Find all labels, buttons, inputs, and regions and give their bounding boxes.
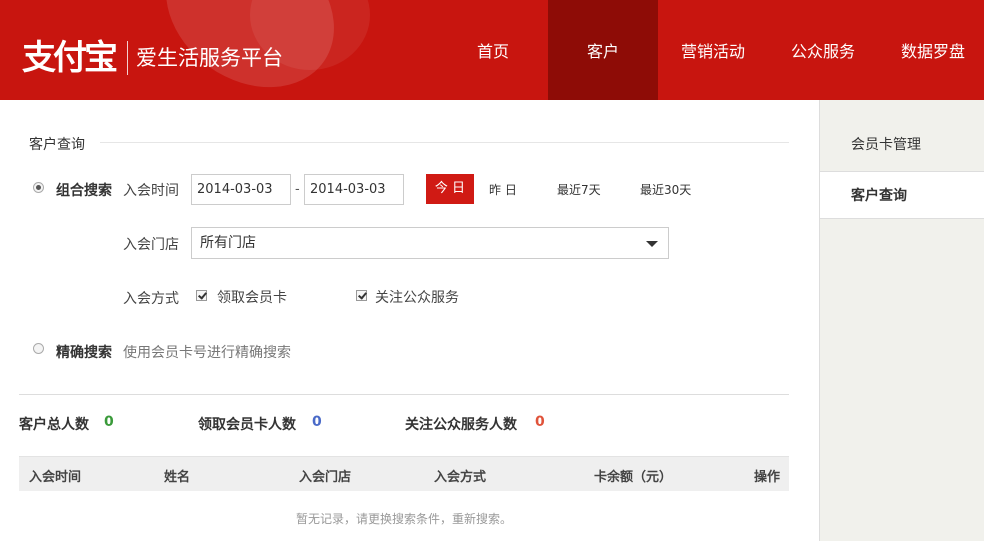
section-title-line (100, 142, 789, 143)
right-sidebar: 会员卡管理 客户查询 (819, 100, 984, 541)
combined-search-radio[interactable] (33, 182, 44, 193)
last-7-days-button[interactable]: 最近7天 (557, 181, 601, 198)
col-store[interactable]: 入会门店 (299, 466, 351, 485)
method-public-service-label: 关注公众服务 (375, 290, 459, 306)
join-method-label: 入会方式 (123, 291, 179, 307)
join-time-label: 入会时间 (123, 183, 179, 199)
stat-total-customers-value: 0 (104, 414, 114, 430)
last-30-days-button[interactable]: 最近30天 (640, 181, 691, 198)
content-divider (19, 394, 789, 395)
sidebar-item-member-card[interactable]: 会员卡管理 (820, 121, 984, 169)
stat-total-customers-label: 客户总人数 (19, 417, 89, 433)
date-from-input[interactable]: 2014-03-03 (191, 174, 291, 205)
nav-public-service[interactable]: 公众服务 (768, 0, 878, 100)
stat-public-service-value: 0 (535, 414, 545, 430)
today-button[interactable]: 今 日 (426, 174, 474, 204)
logo-mark: 支付宝 (22, 38, 118, 78)
logo-separator (127, 41, 128, 75)
sidebar-item-customer-query[interactable]: 客户查询 (820, 171, 984, 219)
logo-subtitle: 爱生活服务平台 (136, 46, 283, 70)
nav-customers[interactable]: 客户 (548, 0, 658, 100)
section-title: 客户查询 (29, 137, 85, 153)
method-member-card-label: 领取会员卡 (217, 290, 287, 306)
store-label: 入会门店 (123, 237, 179, 253)
date-separator: - (295, 182, 300, 197)
nav-home[interactable]: 首页 (438, 0, 548, 100)
col-card-balance[interactable]: 卡余额（元） (594, 466, 672, 485)
col-actions[interactable]: 操作 (754, 466, 780, 485)
stat-public-service-label: 关注公众服务人数 (405, 417, 517, 433)
nav-data-compass[interactable]: 数据罗盘 (878, 0, 984, 100)
method-public-service-checkbox[interactable] (356, 290, 367, 301)
nav-marketing[interactable]: 营销活动 (658, 0, 768, 100)
store-select[interactable]: 所有门店 (191, 227, 669, 259)
top-header: 支付宝 爱生活服务平台 首页 客户 营销活动 公众服务 数据罗盘 (0, 0, 984, 100)
yesterday-button[interactable]: 昨 日 (489, 181, 517, 198)
store-select-value: 所有门店 (200, 235, 256, 251)
chevron-down-icon (646, 241, 658, 247)
date-to-input[interactable]: 2014-03-03 (304, 174, 404, 205)
main-nav: 首页 客户 营销活动 公众服务 数据罗盘 (438, 0, 984, 100)
results-table-header: 入会时间 姓名 入会门店 入会方式 卡余额（元） 操作 (19, 456, 789, 491)
col-join-method[interactable]: 入会方式 (434, 466, 486, 485)
stat-member-card-label: 领取会员卡人数 (198, 417, 296, 433)
stat-member-card-value: 0 (312, 414, 322, 430)
col-join-time[interactable]: 入会时间 (29, 466, 81, 485)
exact-search-radio[interactable] (33, 343, 44, 354)
empty-results-message: 暂无记录，请更换搜索条件，重新搜索。 (295, 512, 512, 526)
method-member-card-checkbox[interactable] (196, 290, 207, 301)
logo[interactable]: 支付宝 爱生活服务平台 (22, 38, 283, 78)
exact-search-hint: 使用会员卡号进行精确搜索 (123, 345, 291, 361)
combined-search-label: 组合搜索 (56, 183, 112, 199)
col-name[interactable]: 姓名 (164, 466, 190, 485)
exact-search-label: 精确搜索 (56, 345, 112, 361)
